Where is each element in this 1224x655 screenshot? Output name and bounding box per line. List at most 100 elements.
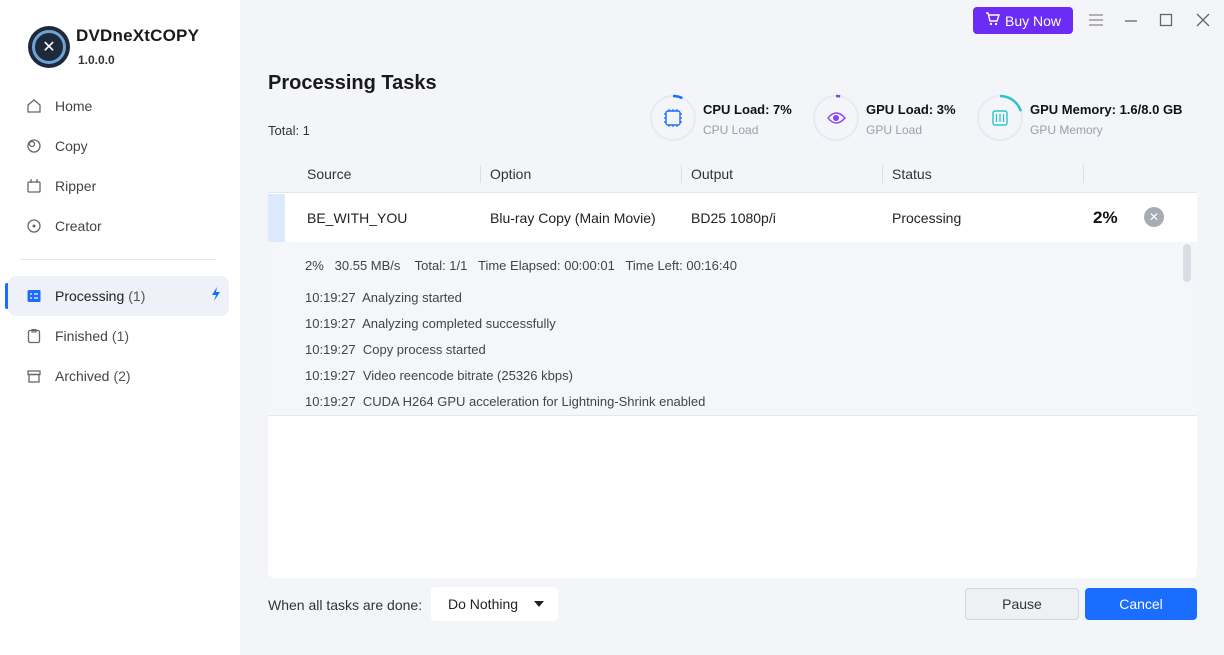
remove-task-icon[interactable]: ✕ (1144, 207, 1164, 227)
log-line: 10:19:27 Analyzing started (305, 290, 462, 305)
sidebar-item-archived[interactable]: Archived (2) (8, 356, 229, 396)
ripper-icon (26, 178, 42, 194)
gpu-load-meter: GPU Load: 3% GPU Load (812, 94, 972, 144)
log-text: CUDA H264 GPU acceleration for Lightning… (362, 394, 706, 409)
log-line: 10:19:27 CUDA H264 GPU acceleration for … (305, 394, 705, 409)
processing-icon (26, 288, 42, 304)
row-option: Blu-ray Copy (Main Movie) (490, 210, 656, 226)
creator-icon (26, 218, 42, 234)
table-row[interactable]: BE_WITH_YOU Blu-ray Copy (Main Movie) BD… (268, 194, 1197, 242)
cpu-load-title: CPU Load: 7% (703, 102, 792, 117)
sidebar: ✕ DVDneXtCOPY 1.0.0.0 Home Copy Ripper C… (0, 0, 240, 655)
sidebar-item-count: (2) (113, 368, 131, 384)
log-line: 10:19:27 Copy process started (305, 342, 486, 357)
lightning-icon (211, 287, 221, 301)
sidebar-item-count: (1) (128, 288, 146, 304)
finished-icon (26, 328, 42, 344)
sidebar-item-finished[interactable]: Finished (1) (8, 316, 229, 356)
cart-icon (985, 12, 1000, 29)
completion-action-value: Do Nothing (448, 596, 519, 612)
app-version: 1.0.0.0 (78, 53, 115, 67)
sidebar-item-creator[interactable]: Creator (8, 206, 229, 246)
log-line: 10:19:27 Video reencode bitrate (25326 k… (305, 368, 573, 383)
sidebar-item-label: Archived (55, 368, 110, 384)
log-time: 10:19:27 (305, 394, 356, 409)
progress-speed: 30.55 MB/s (334, 258, 401, 273)
log-time: 10:19:27 (305, 316, 356, 331)
completion-action-label: When all tasks are done: (268, 597, 423, 613)
column-separator (1083, 165, 1084, 183)
sidebar-item-label: Ripper (55, 178, 97, 194)
close-icon[interactable] (1194, 11, 1212, 29)
table-header: Source Option Output Status (268, 155, 1197, 193)
buy-now-button[interactable]: Buy Now (973, 7, 1073, 34)
progress-summary: 2% 30.55 MB/s Total: 1/1 Time Elapsed: 0… (305, 258, 737, 273)
sidebar-divider (20, 259, 216, 260)
cpu-load-meter: CPU Load: 7% CPU Load (649, 94, 809, 144)
gpu-memory-title: GPU Memory: 1.6/8.0 GB (1030, 102, 1183, 117)
row-progress-percent: 2% (1093, 208, 1118, 227)
copy-icon (26, 138, 42, 154)
log-scrollbar[interactable] (1183, 244, 1191, 282)
cancel-button[interactable]: Cancel (1085, 588, 1197, 620)
column-header-source: Source (307, 166, 352, 182)
log-time: 10:19:27 (305, 290, 356, 305)
progress-elapsed: Time Elapsed: 00:00:01 (478, 258, 615, 273)
maximize-icon[interactable] (1157, 11, 1175, 29)
log-line: 10:19:27 Analyzing completed successfull… (305, 316, 556, 331)
sidebar-item-count: (1) (111, 328, 130, 344)
gpu-load-title: GPU Load: 3% (866, 102, 956, 117)
sidebar-item-label: Home (55, 98, 93, 114)
sidebar-item-label: Creator (55, 218, 102, 234)
sidebar-item-copy[interactable]: Copy (8, 126, 229, 166)
app-logo-icon: ✕ (28, 26, 70, 68)
gpu-memory-ring (976, 94, 1024, 142)
log-time: 10:19:27 (305, 342, 356, 357)
log-text: Video reencode bitrate (25326 kbps) (362, 368, 573, 383)
sidebar-item-label: Processing (55, 288, 125, 304)
sidebar-item-processing[interactable]: Processing (1) (8, 276, 229, 316)
sidebar-item-ripper[interactable]: Ripper (8, 166, 229, 206)
task-table: Source Option Output Status BE_WITH_YOU … (268, 155, 1197, 578)
column-separator (882, 165, 883, 183)
column-header-output: Output (691, 166, 734, 182)
cpu-load-ring (649, 94, 697, 142)
log-text: Analyzing completed successfully (362, 316, 556, 331)
cpu-load-label: CPU Load (703, 123, 759, 137)
memory-icon (992, 110, 1008, 126)
row-status: Processing (892, 210, 962, 226)
column-header-status: Status (892, 166, 932, 182)
progress-left: Time Left: 00:16:40 (625, 258, 737, 273)
app-name: DVDneXtCOPY (76, 26, 200, 45)
row-source: BE_WITH_YOU (307, 210, 408, 226)
sidebar-item-label: Copy (55, 138, 88, 154)
total-count: Total: 1 (268, 123, 310, 138)
pause-button[interactable]: Pause (965, 588, 1079, 620)
column-separator (681, 165, 682, 183)
minimize-icon[interactable] (1122, 11, 1140, 29)
archived-icon (26, 368, 42, 384)
sidebar-item-home[interactable]: Home (8, 86, 229, 126)
column-separator (480, 165, 481, 183)
home-icon (26, 98, 42, 114)
menu-icon[interactable] (1087, 11, 1105, 29)
column-header-option: Option (490, 166, 532, 182)
progress-total: Total: 1/1 (414, 258, 468, 273)
page-title: Processing Tasks (268, 72, 437, 94)
gpu-memory-label: GPU Memory (1030, 123, 1103, 137)
buy-now-label: Buy Now (1004, 12, 1062, 29)
row-expand-indicator (268, 194, 285, 242)
log-text: Copy process started (362, 342, 486, 357)
gpu-load-label: GPU Load (866, 123, 923, 137)
task-detail-panel: 2% 30.55 MB/s Total: 1/1 Time Elapsed: 0… (268, 242, 1197, 416)
gpu-memory-meter: GPU Memory: 1.6/8.0 GB GPU Memory (976, 94, 1198, 144)
log-time: 10:19:27 (305, 368, 356, 383)
caret-down-icon (534, 601, 544, 607)
row-output: BD25 1080p/i (691, 210, 776, 226)
sidebar-item-label: Finished (55, 328, 108, 344)
completion-action-select[interactable]: Do Nothing (431, 587, 558, 621)
log-text: Analyzing started (362, 290, 462, 305)
gpu-load-ring (812, 94, 860, 142)
progress-percent: 2% (305, 258, 324, 273)
cpu-icon (664, 109, 682, 127)
